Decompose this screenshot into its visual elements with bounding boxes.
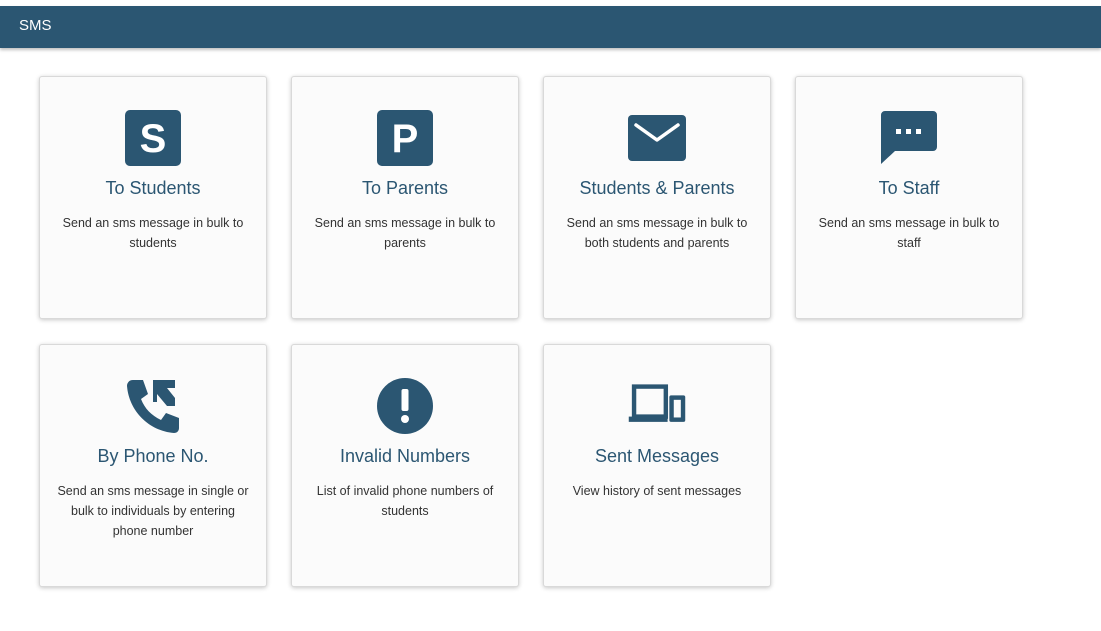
card-title: To Students	[105, 178, 201, 198]
card-title: To Parents	[361, 178, 449, 198]
card-title: Students & Parents	[579, 178, 735, 198]
page-title: SMS	[19, 17, 52, 34]
card-by-phone-number[interactable]: By Phone No. Send an sms message in sing…	[39, 344, 267, 587]
letter-p-icon: P	[375, 108, 435, 168]
card-to-students[interactable]: S To Students Send an sms message in bul…	[39, 76, 267, 319]
card-description: Send an sms message in bulk to students	[62, 216, 244, 250]
svg-text:P: P	[392, 117, 419, 161]
card-title: Sent Messages	[594, 446, 720, 466]
envelope-icon	[627, 108, 687, 168]
phone-forward-icon	[123, 376, 183, 436]
card-title: By Phone No.	[97, 446, 209, 466]
card-to-staff[interactable]: To Staff Send an sms message in bulk to …	[795, 76, 1023, 319]
exclamation-circle-icon	[375, 376, 435, 436]
svg-text:S: S	[140, 117, 167, 161]
card-title: Invalid Numbers	[339, 446, 471, 466]
card-sent-messages[interactable]: Sent Messages View history of sent messa…	[543, 344, 771, 587]
card-description: Send an sms message in bulk to parents	[314, 216, 496, 250]
letter-s-icon: S	[123, 108, 183, 168]
card-title: To Staff	[878, 178, 940, 198]
card-description: Send an sms message in bulk to both stud…	[566, 216, 748, 250]
card-description: List of invalid phone numbers of student…	[316, 484, 494, 518]
top-bar: SMS	[0, 6, 1101, 48]
card-description: View history of sent messages	[572, 484, 742, 498]
chat-bubble-icon	[879, 108, 939, 168]
card-description: Send an sms message in single or bulk to…	[57, 484, 249, 538]
card-invalid-numbers[interactable]: Invalid Numbers List of invalid phone nu…	[291, 344, 519, 587]
card-description: Send an sms message in bulk to staff	[818, 216, 1000, 250]
card-to-parents[interactable]: P To Parents Send an sms message in bulk…	[291, 76, 519, 319]
devices-icon	[627, 376, 687, 436]
card-students-and-parents[interactable]: Students & Parents Send an sms message i…	[543, 76, 771, 319]
